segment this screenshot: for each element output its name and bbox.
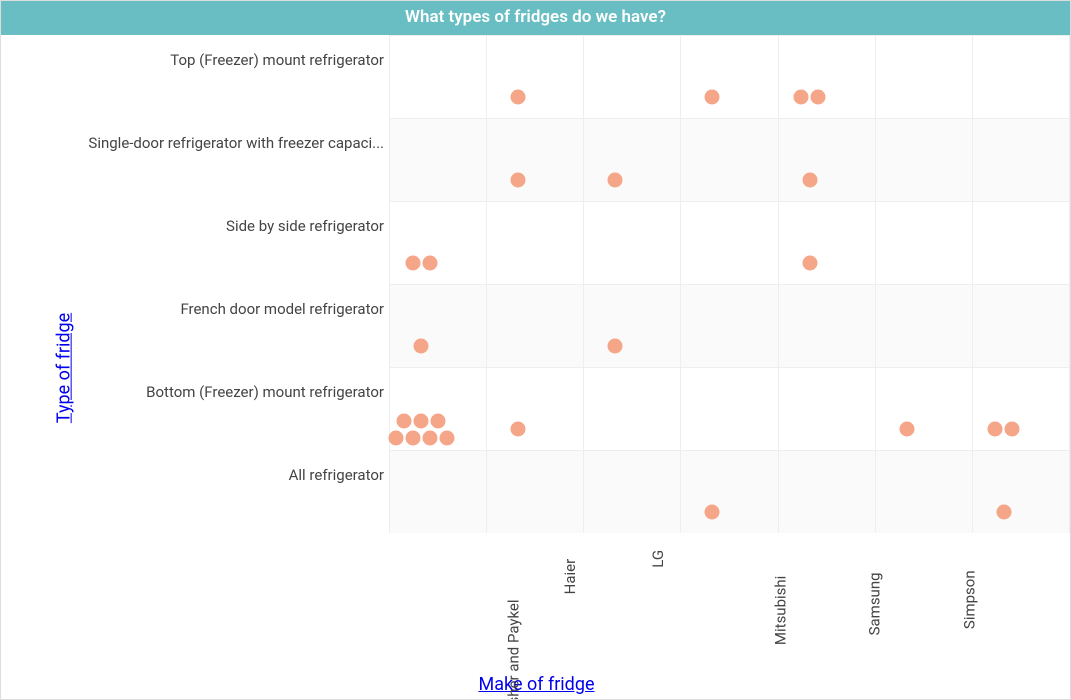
chart-title: What types of fridges do we have? xyxy=(1,1,1070,35)
grid-line xyxy=(1069,35,1070,533)
data-point[interactable] xyxy=(899,422,914,437)
data-point[interactable] xyxy=(511,90,526,105)
data-point[interactable] xyxy=(988,422,1003,437)
data-point[interactable] xyxy=(996,505,1011,520)
data-point[interactable] xyxy=(405,256,420,271)
y-tick-label: French door model refrigerator xyxy=(4,300,384,318)
grid-line xyxy=(972,35,973,533)
grid-line xyxy=(583,35,584,533)
grid-line xyxy=(680,35,681,533)
row-band xyxy=(389,450,1069,533)
row-band xyxy=(389,201,1069,284)
x-tick-label: LG xyxy=(649,550,667,568)
data-point[interactable] xyxy=(388,430,403,445)
data-point[interactable] xyxy=(608,339,623,354)
data-point[interactable] xyxy=(802,173,817,188)
grid-line xyxy=(778,35,779,533)
data-point[interactable] xyxy=(414,339,429,354)
y-tick-label: Single-door refrigerator with freezer ca… xyxy=(4,134,384,152)
data-point[interactable] xyxy=(802,256,817,271)
y-tick-label: Bottom (Freezer) mount refrigerator xyxy=(4,383,384,401)
data-point[interactable] xyxy=(794,90,809,105)
data-point[interactable] xyxy=(511,422,526,437)
x-axis-title[interactable]: Make of fridge xyxy=(479,674,595,695)
y-tick-label: Side by side refrigerator xyxy=(4,217,384,235)
chart-frame: What types of fridges do we have? Type o… xyxy=(0,0,1071,700)
row-band xyxy=(389,367,1069,450)
data-point[interactable] xyxy=(414,413,429,428)
chart-area: Type of fridge Make of fridge Top (Freez… xyxy=(1,35,1071,700)
grid-line xyxy=(875,35,876,533)
x-tick-label: Haier xyxy=(560,559,578,595)
data-point[interactable] xyxy=(397,413,412,428)
data-point[interactable] xyxy=(422,256,437,271)
data-point[interactable] xyxy=(1005,422,1020,437)
x-tick-label: Simpson xyxy=(961,570,979,629)
x-tick-label: Mitsubishi xyxy=(772,576,790,645)
data-point[interactable] xyxy=(405,430,420,445)
y-tick-label: Top (Freezer) mount refrigerator xyxy=(4,51,384,69)
data-point[interactable] xyxy=(431,413,446,428)
y-axis-title[interactable]: Type of fridge xyxy=(54,313,75,423)
row-band xyxy=(389,284,1069,367)
data-point[interactable] xyxy=(705,90,720,105)
data-point[interactable] xyxy=(422,430,437,445)
x-tick-label: Samsung xyxy=(866,572,884,635)
row-band xyxy=(389,118,1069,201)
data-point[interactable] xyxy=(439,430,454,445)
grid-line xyxy=(389,35,390,533)
data-point[interactable] xyxy=(705,505,720,520)
data-point[interactable] xyxy=(608,173,623,188)
data-point[interactable] xyxy=(511,173,526,188)
grid-line xyxy=(486,35,487,533)
data-point[interactable] xyxy=(811,90,826,105)
y-tick-label: All refrigerator xyxy=(4,466,384,484)
plot-region xyxy=(389,35,1069,533)
row-band xyxy=(389,35,1069,118)
x-tick-label: Fisher and Paykel xyxy=(504,599,522,700)
